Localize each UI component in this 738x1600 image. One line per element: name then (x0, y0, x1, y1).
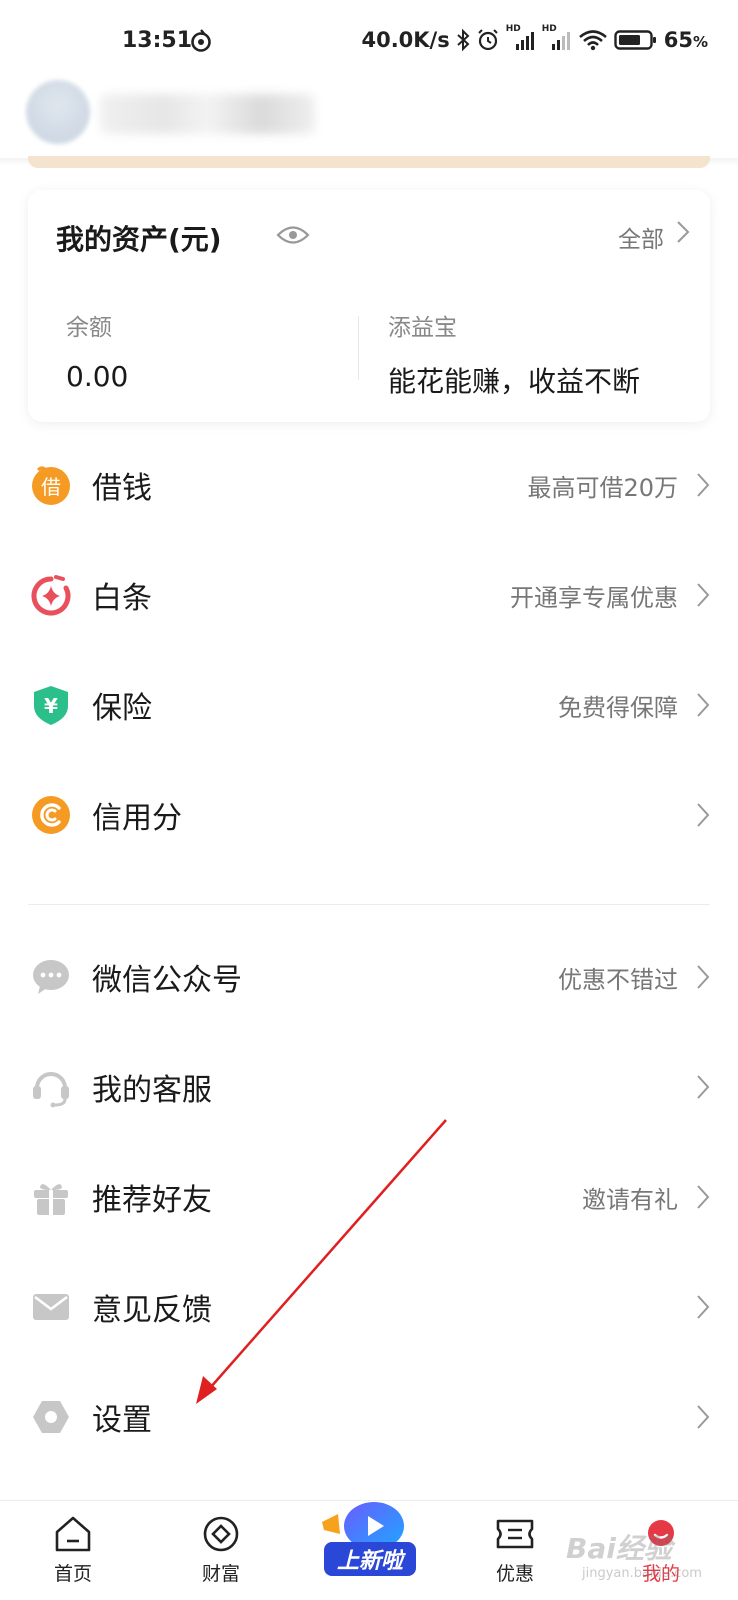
chevron-right-icon (697, 693, 710, 717)
svg-text:¥: ¥ (44, 694, 58, 718)
gift-icon (30, 1176, 72, 1218)
svg-text:上新啦: 上新啦 (337, 1548, 406, 1574)
status-bar: 13:51 40.0K/s HD HD 65% (0, 0, 738, 80)
chevron-right-icon (697, 1405, 710, 1429)
svg-text:借: 借 (41, 475, 61, 499)
baidu-watermark-url: jingyan.baidu.com (582, 1566, 702, 1581)
menu-item-customer-service[interactable]: 我的客服 (0, 1032, 738, 1142)
insurance-shield-icon: ¥ (30, 684, 72, 726)
status-time: 13:51 (122, 28, 193, 53)
settings-hexagon-icon (30, 1396, 72, 1438)
wifi-icon (578, 30, 607, 51)
menu-label: 推荐好友 (92, 1183, 212, 1218)
tianyibao-label: 添益宝 (388, 315, 457, 341)
menu-label: 设置 (92, 1403, 152, 1438)
borrow-icon: 借 (30, 464, 72, 506)
username-blurred (100, 94, 315, 134)
wechat-chat-icon (30, 956, 72, 998)
balance-block[interactable]: 余额 0.00 (66, 308, 128, 393)
header-banner-strip (28, 156, 710, 168)
battery-icon (614, 30, 656, 50)
nav-discount[interactable]: 优惠 (460, 1501, 570, 1600)
menu-item-insurance[interactable]: ¥ 保险 免费得保障 (0, 650, 738, 760)
menu-hint: 邀请有礼 (582, 1185, 678, 1214)
menu-item-settings[interactable]: 设置 (0, 1362, 738, 1472)
baitiao-icon (30, 574, 72, 616)
battery-percent: 65% (663, 28, 708, 52)
menu-item-feedback[interactable]: 意见反馈 (0, 1252, 738, 1362)
sync-icon (191, 29, 211, 52)
headset-icon (30, 1066, 72, 1108)
menu-label: 借钱 (92, 471, 152, 506)
menu-label: 保险 (92, 691, 152, 726)
tianyibao-block[interactable]: 添益宝 能花能赚，收益不断 (388, 308, 640, 400)
network-speed: 40.0K/s (361, 28, 450, 52)
chevron-right-icon (697, 473, 710, 497)
coupon-icon (496, 1519, 534, 1549)
menu-hint: 开通享专属优惠 (510, 583, 678, 612)
avatar[interactable] (26, 80, 90, 144)
nav-label: 优惠 (495, 1563, 534, 1585)
menu-item-refer-friend[interactable]: 推荐好友 邀请有礼 (0, 1142, 738, 1252)
menu-label: 意见反馈 (92, 1293, 212, 1328)
menu-label: 我的客服 (92, 1073, 212, 1108)
chevron-right-icon (697, 965, 710, 989)
mail-icon (30, 1286, 72, 1328)
assets-card[interactable]: 我的资产(元) 全部 余额 0.00 添益宝 能花能赚，收益不断 (28, 190, 710, 422)
signal-icon-2: HD (542, 24, 572, 52)
credit-score-icon (30, 794, 72, 836)
tianyibao-desc: 能花能赚，收益不断 (388, 365, 641, 398)
nav-label: 财富 (201, 1563, 240, 1585)
baidu-watermark: Bai经验 (566, 1532, 672, 1565)
menu-item-credit-score[interactable]: 信用分 (0, 760, 738, 870)
assets-divider (358, 316, 359, 380)
menu-divider (28, 904, 710, 905)
menu-item-baitiao[interactable]: 白条 开通享专属优惠 (0, 540, 738, 650)
menu-label: 微信公众号 (92, 963, 242, 998)
chevron-right-icon (697, 583, 710, 607)
nav-home[interactable]: 首页 (18, 1501, 128, 1600)
promo-new-badge[interactable]: 上新啦 (318, 1496, 422, 1584)
menu-hint: 最高可借20万 (527, 473, 678, 502)
wealth-icon (203, 1516, 239, 1552)
home-icon (55, 1516, 91, 1552)
nav-wealth[interactable]: 财富 (166, 1501, 276, 1600)
signal-icon-1: HD (506, 24, 536, 52)
chevron-right-icon (697, 1075, 710, 1099)
menu-hint: 免费得保障 (558, 693, 678, 722)
assets-all-link[interactable]: 全部 (618, 220, 664, 254)
chevron-right-icon (697, 1295, 710, 1319)
chevron-right-icon (697, 803, 710, 827)
menu-label: 白条 (92, 581, 152, 616)
profile-header[interactable] (0, 80, 738, 160)
menu-hint: 优惠不错过 (558, 965, 678, 994)
menu-item-borrow[interactable]: 借 借钱 最高可借20万 (0, 430, 738, 540)
balance-value: 0.00 (66, 360, 129, 393)
balance-label: 余额 (66, 315, 112, 341)
chevron-right-icon (697, 1185, 710, 1209)
eye-icon[interactable] (276, 224, 310, 246)
menu-label: 信用分 (92, 801, 182, 836)
nav-label: 首页 (53, 1563, 92, 1585)
alarm-icon (478, 29, 498, 51)
bluetooth-icon (457, 28, 470, 52)
chevron-right-icon (677, 221, 690, 243)
menu-item-wechat[interactable]: 微信公众号 优惠不错过 (0, 922, 738, 1032)
assets-title: 我的资产(元) (56, 223, 222, 256)
